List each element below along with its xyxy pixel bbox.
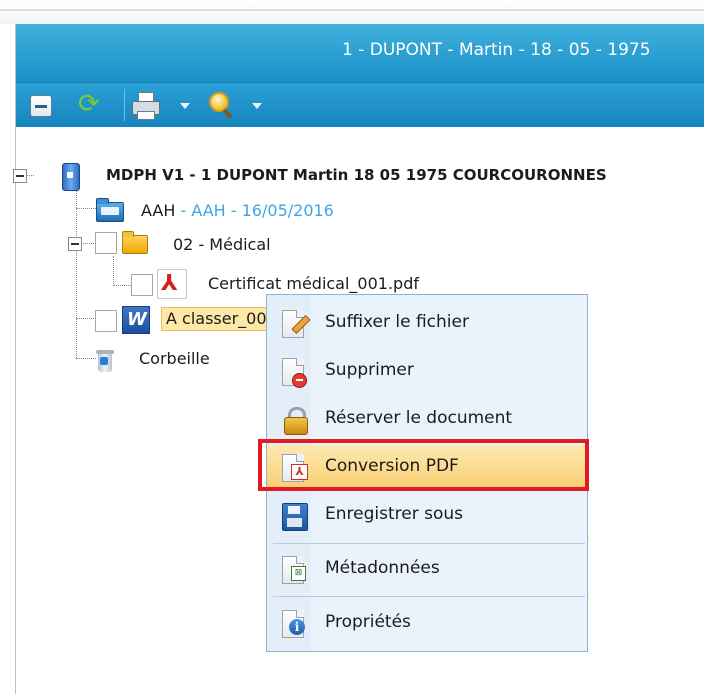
properties-icon: i (282, 610, 308, 638)
menu-item-metadonnees[interactable]: ⊠ Métadonnées (267, 547, 587, 591)
medical-collapse-toggle[interactable] (68, 237, 82, 251)
word-file-icon: W (122, 306, 150, 334)
tree-item-medical[interactable]: 02 - Médical (173, 234, 271, 256)
pdf-file-icon: ⅄ (157, 269, 187, 299)
tree-item-aah-label: AAH (141, 201, 176, 220)
toolbar-separator (124, 89, 125, 121)
folder-open-icon (122, 231, 148, 254)
save-as-icon (282, 502, 308, 531)
certificat-checkbox[interactable] (131, 274, 153, 296)
menu-item-proprietes-label: Propriétés (325, 612, 411, 632)
menu-item-supprimer[interactable]: Supprimer (267, 349, 587, 393)
toolbar: ⟳ (16, 83, 704, 127)
a-classer-checkbox[interactable] (95, 310, 117, 332)
window-top-strip (0, 0, 704, 24)
print-dropdown-chevron-down-icon[interactable] (180, 103, 190, 109)
metadata-icon: ⊠ (282, 556, 308, 584)
tree-item-aah-sublabel: - AAH - 16/05/2016 (175, 201, 334, 220)
suffix-file-icon (282, 310, 311, 338)
menu-item-proprietes[interactable]: i Propriétés (267, 601, 587, 645)
binder-icon (62, 163, 80, 191)
menu-item-enregistrer-sous-label: Enregistrer sous (325, 504, 463, 524)
medical-checkbox[interactable] (95, 232, 117, 254)
menu-item-metadonnees-label: Métadonnées (325, 558, 440, 578)
recycle-bin-icon (96, 350, 114, 372)
delete-file-icon (282, 358, 308, 388)
refresh-icon[interactable]: ⟳ (78, 89, 100, 119)
tree-item-corbeille[interactable]: Corbeille (139, 348, 210, 370)
collapse-all-icon[interactable] (30, 95, 52, 117)
panel-titlebar: 1 - DUPONT - Martin - 18 - 05 - 1975 (16, 24, 704, 83)
menu-separator (273, 596, 585, 597)
panel-title: 1 - DUPONT - Martin - 18 - 05 - 1975 (342, 40, 651, 60)
menu-item-enregistrer-sous[interactable]: Enregistrer sous (267, 493, 587, 537)
menu-item-reserver[interactable]: Réserver le document (267, 397, 587, 441)
menu-item-suffixer[interactable]: Suffixer le fichier (267, 301, 587, 345)
highlight-annotation-box (258, 439, 589, 491)
root-collapse-toggle[interactable] (13, 169, 27, 183)
menu-item-reserver-label: Réserver le document (325, 408, 513, 428)
search-dropdown-chevron-down-icon[interactable] (252, 103, 262, 109)
menu-item-supprimer-label: Supprimer (325, 360, 414, 380)
tree-item-aah[interactable]: AAH - AAH - 16/05/2016 (141, 200, 334, 222)
menu-item-suffixer-label: Suffixer le fichier (325, 312, 469, 332)
print-icon[interactable] (130, 92, 160, 120)
folder-blue-icon (96, 198, 124, 222)
menu-separator (273, 543, 585, 544)
tree-root-label[interactable]: MDPH V1 - 1 DUPONT Martin 18 05 1975 COU… (106, 164, 607, 186)
lock-icon (282, 406, 308, 435)
tree-item-certificat[interactable]: Certificat médical_001.pdf (208, 273, 419, 295)
search-icon[interactable] (208, 92, 240, 119)
